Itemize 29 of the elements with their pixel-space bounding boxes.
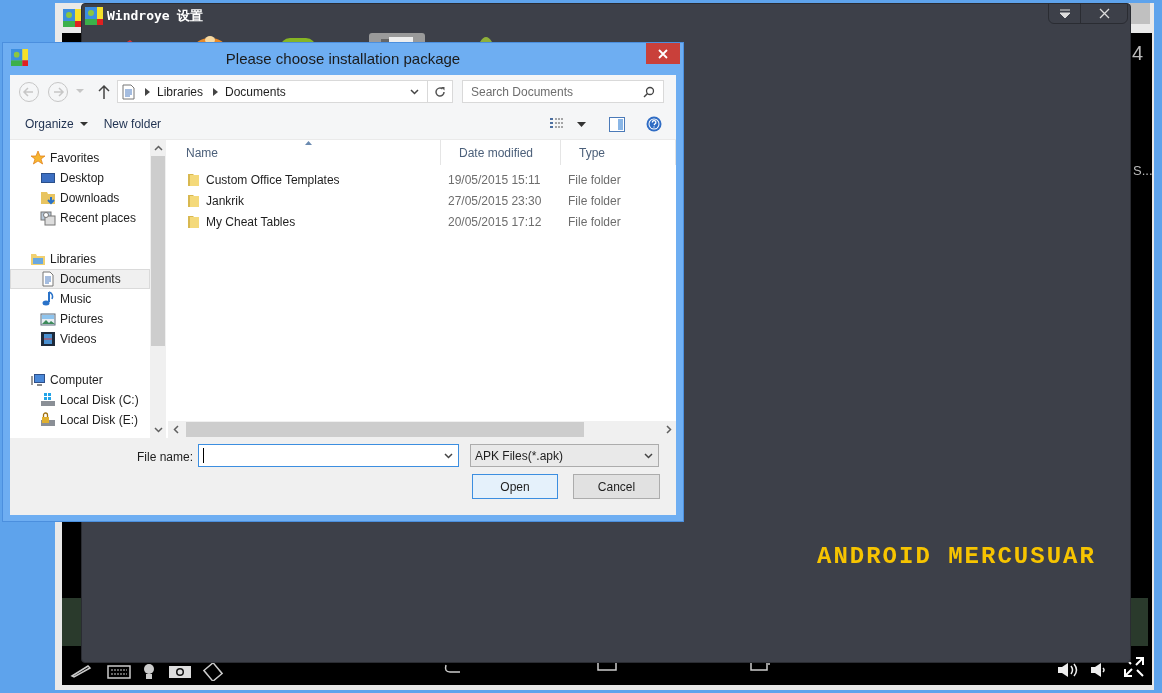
file-type-select[interactable]: APK Files(*.apk)	[470, 444, 659, 467]
search-field[interactable]: Search Documents	[462, 80, 664, 103]
toolbar-button[interactable]: Organize	[19, 113, 94, 135]
column-header[interactable]: Type	[561, 140, 676, 165]
breadcrumb-item[interactable]: Libraries	[157, 82, 204, 101]
notification-text: S...	[1133, 162, 1153, 180]
file-name[interactable]: Jankrik	[206, 191, 244, 210]
clock-digit: 4	[1132, 41, 1144, 65]
type-cell-text: File folder	[567, 171, 622, 189]
breadcrumb-item[interactable]: Documents	[225, 82, 286, 101]
date-cell-text: 20/05/2015 17:12	[447, 213, 543, 231]
open-button[interactable]: Open	[472, 474, 558, 499]
dialog-title: Please choose installation package	[225, 48, 461, 69]
file-name[interactable]: My Cheat Tables	[206, 212, 296, 231]
type-cell-text: File folder	[567, 213, 622, 231]
search-input: Search Documents	[471, 82, 643, 101]
type-cell-text: File folder	[567, 192, 622, 210]
date-cell-text: 19/05/2015 15:11	[447, 171, 542, 189]
cancel-button[interactable]: Cancel	[573, 474, 660, 499]
address-bar[interactable]: Libraries Documents	[117, 80, 453, 103]
window-title: Windroye 设置	[107, 7, 204, 25]
banner-text: ANDROID MERCUSUAR	[817, 542, 1096, 572]
file-name-label: File name:	[136, 449, 193, 465]
toolbar-button[interactable]: New folder	[97, 113, 168, 135]
date-cell-text: 27/05/2015 23:30	[447, 192, 543, 210]
nav-item[interactable]: Documents	[10, 269, 150, 289]
column-header[interactable]: Name	[168, 140, 441, 165]
column-header[interactable]: Date modified	[441, 140, 561, 165]
file-name[interactable]: Custom Office Templates	[206, 170, 340, 189]
